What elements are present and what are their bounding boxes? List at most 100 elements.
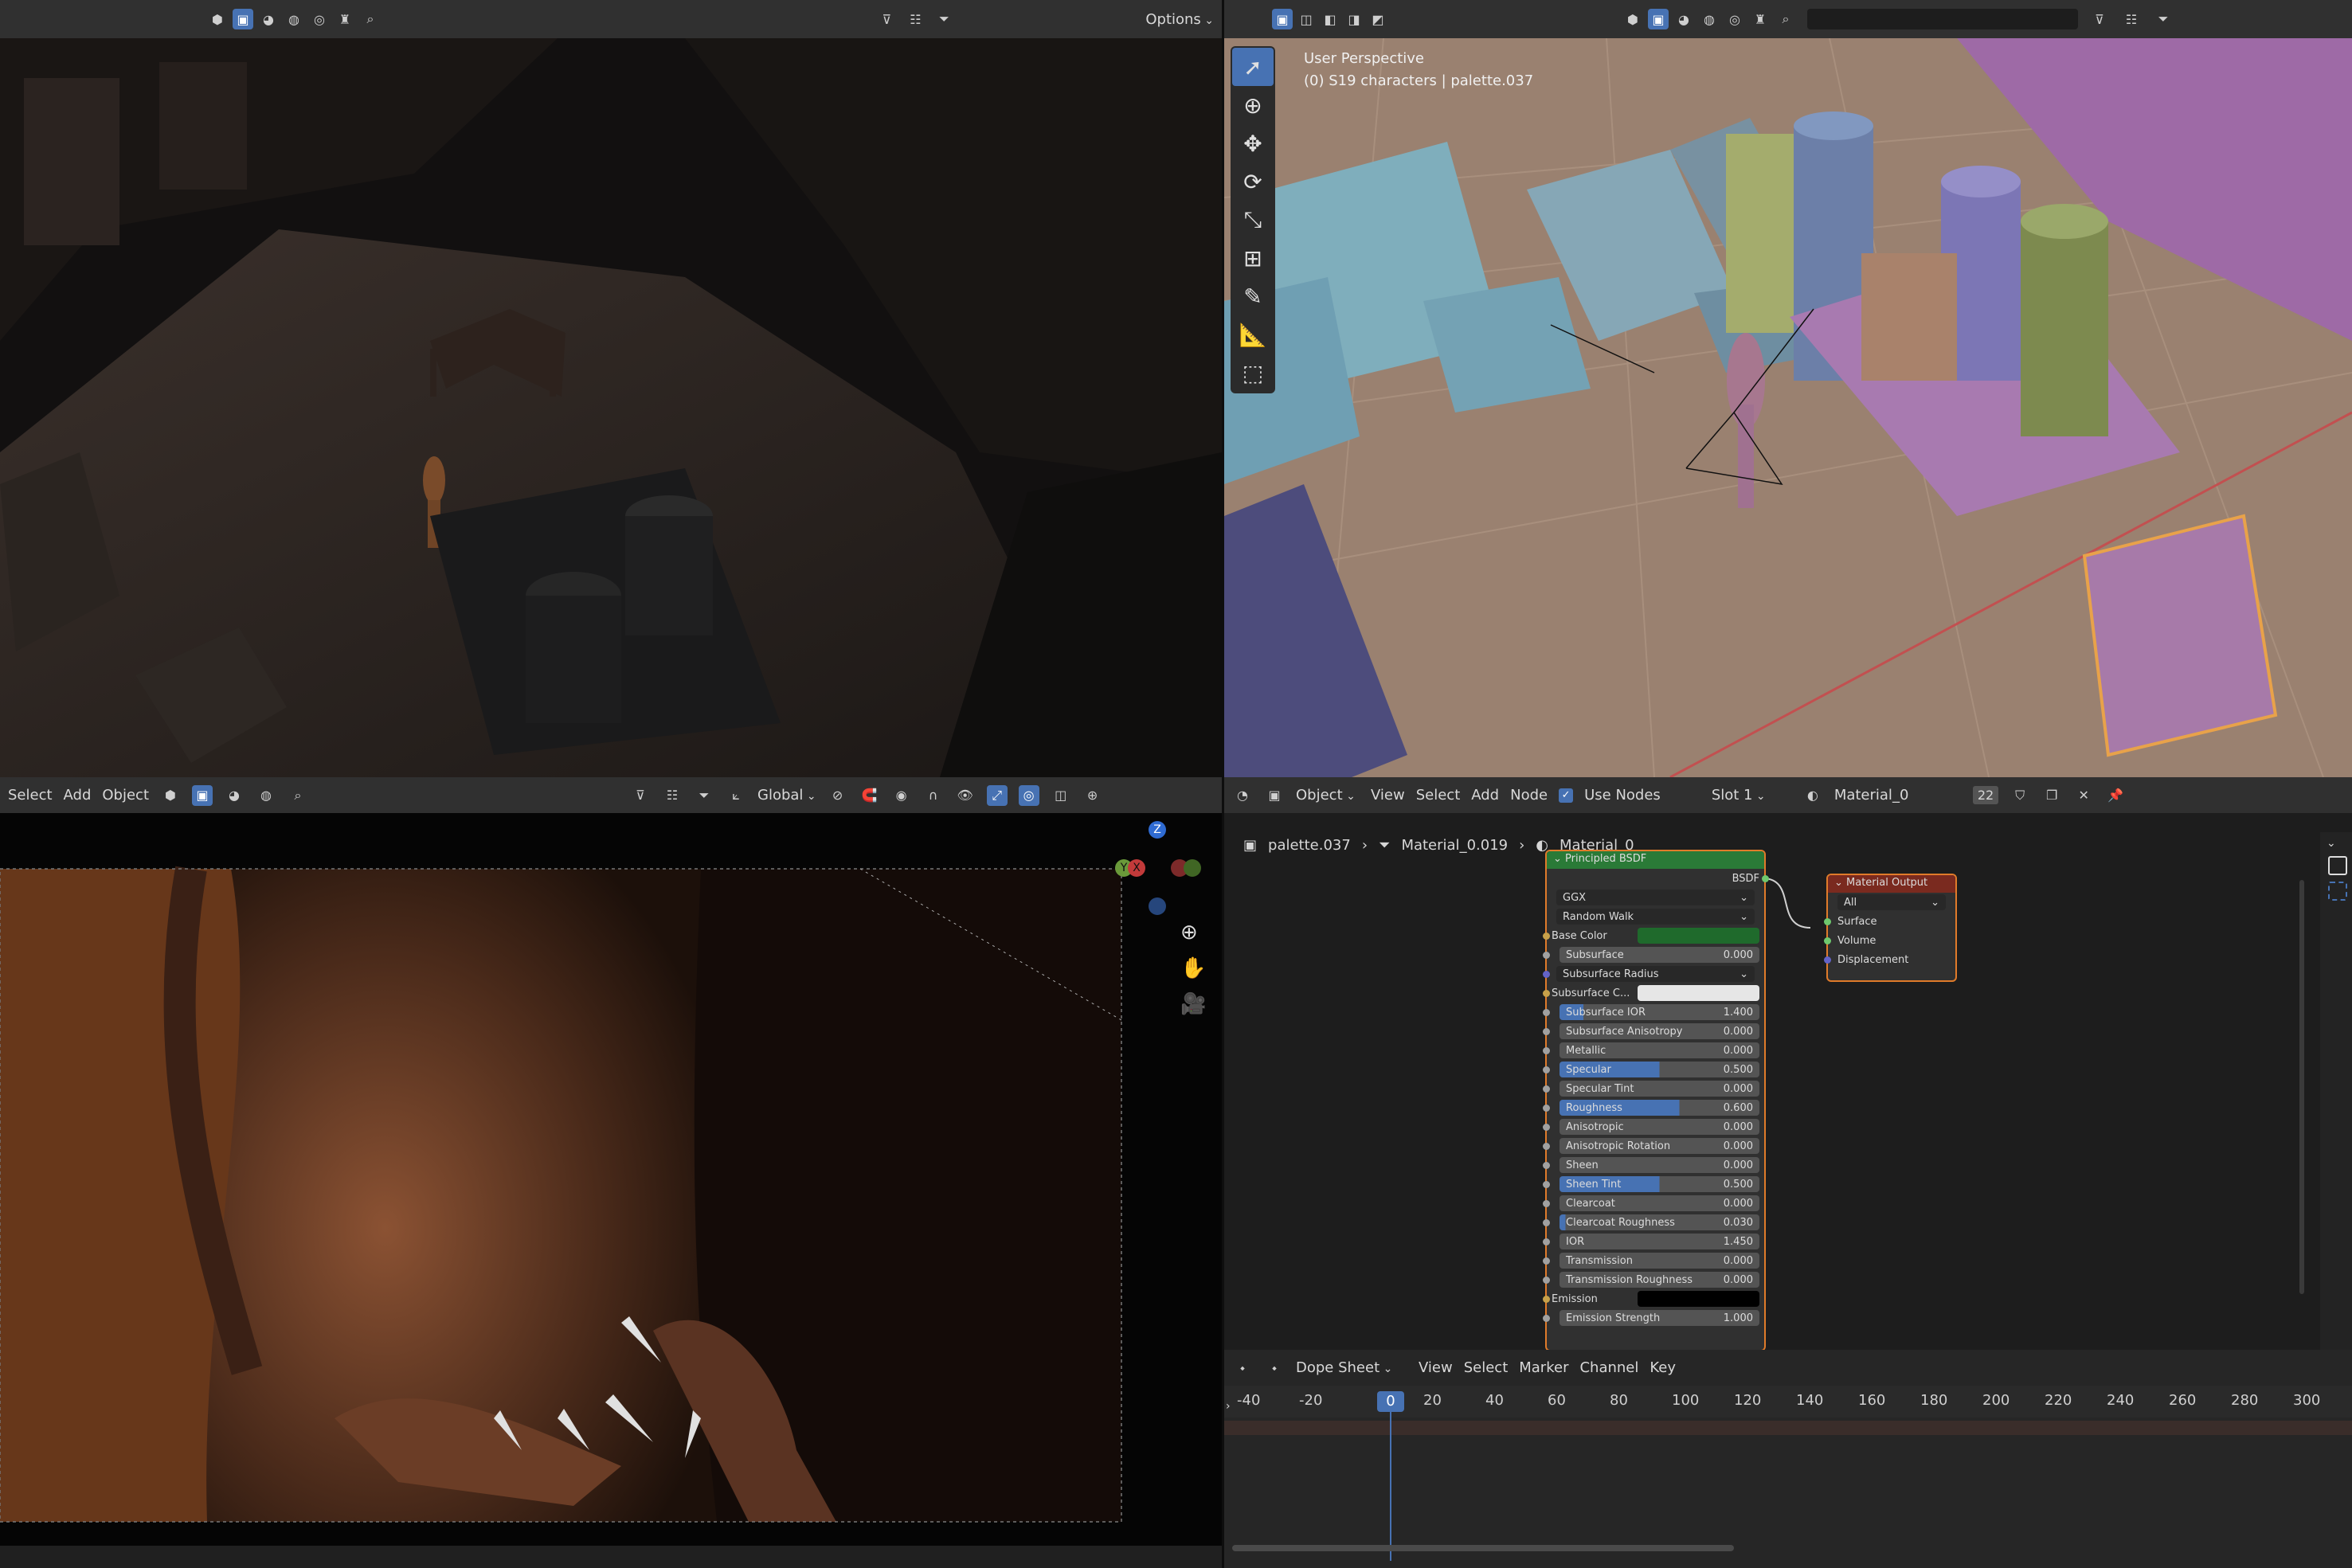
input-socket[interactable] bbox=[1543, 1028, 1550, 1035]
input-slider[interactable]: Subsurface Anisotropy 0.000 bbox=[1560, 1023, 1759, 1039]
scene-icon[interactable]: ♜ bbox=[1750, 9, 1771, 29]
editor-type-icon[interactable]: ◔ bbox=[1232, 785, 1253, 806]
input-socket[interactable] bbox=[1543, 933, 1550, 940]
select-invert-icon[interactable]: ◨ bbox=[1344, 9, 1364, 29]
filter-shape-icon[interactable]: ⊽ bbox=[2089, 9, 2110, 29]
outliner-filter-icon[interactable]: ☷ bbox=[905, 9, 926, 29]
rendered-viewport[interactable] bbox=[0, 38, 1222, 777]
snap-icon[interactable]: 🧲 bbox=[859, 785, 880, 806]
proportional-edit-icon[interactable]: ◉ bbox=[891, 785, 912, 806]
pan-hand-icon[interactable]: ✋ bbox=[1180, 956, 1206, 980]
select-tool-icon[interactable]: ➚ bbox=[1232, 48, 1274, 86]
neg-y-axis-icon[interactable] bbox=[1184, 859, 1201, 877]
rotate-tool-icon[interactable]: ⟳ bbox=[1232, 162, 1274, 201]
material-name-field[interactable]: Material_0 bbox=[1834, 787, 1962, 804]
overlay-toggle-icon[interactable]: ◎ bbox=[1018, 784, 1039, 806]
input-socket[interactable] bbox=[1543, 1315, 1550, 1322]
input-socket[interactable] bbox=[1543, 1124, 1550, 1131]
object-mode-icon[interactable]: ⬢ bbox=[160, 785, 181, 806]
material-sphere-icon[interactable]: ◐ bbox=[1802, 785, 1823, 806]
input-socket[interactable] bbox=[1543, 1066, 1550, 1073]
playhead-line[interactable] bbox=[1390, 1402, 1391, 1561]
select-box-icon[interactable]: ▣ bbox=[1648, 9, 1669, 29]
input-socket[interactable] bbox=[1543, 990, 1550, 997]
input-socket[interactable] bbox=[1543, 971, 1550, 978]
color-swatch[interactable] bbox=[1638, 1291, 1759, 1307]
orientation-icon[interactable]: ⟀ bbox=[726, 785, 746, 806]
measure-tool-icon[interactable]: 📐 bbox=[1232, 315, 1274, 354]
material-output-node[interactable]: ⌄ Material Output All ⌄ Surface Volume Di… bbox=[1824, 874, 1957, 982]
input-socket[interactable] bbox=[1543, 1162, 1550, 1169]
z-axis-icon[interactable]: Z bbox=[1149, 821, 1166, 839]
color-swatch[interactable] bbox=[1638, 985, 1759, 1001]
search-icon[interactable]: ⌕ bbox=[1775, 9, 1796, 29]
outliner-filter-icon[interactable]: ☷ bbox=[662, 785, 683, 806]
object-mode-icon[interactable]: ⬢ bbox=[1622, 9, 1643, 29]
search-icon[interactable]: ⌕ bbox=[288, 785, 308, 806]
gizmo-toggle-icon[interactable]: ⤢ bbox=[986, 784, 1008, 806]
menu-select[interactable]: Select bbox=[1416, 787, 1461, 804]
select-new-icon[interactable]: ▣ bbox=[1272, 9, 1293, 29]
input-slider[interactable]: Transmission Roughness 0.000 bbox=[1560, 1272, 1759, 1288]
input-slider[interactable]: Sheen Tint 0.500 bbox=[1560, 1176, 1759, 1192]
dope-sheet[interactable]: -40 -20 0 20 40 60 80 100 120 140 160 180 200 220 240 2… bbox=[1224, 1386, 2352, 1568]
node-editor-canvas[interactable]: ▣ palette.037 › ⏷ Material_0.019 › ◐ Mat… bbox=[1224, 832, 2352, 1350]
menu-view[interactable]: View bbox=[1419, 1359, 1453, 1376]
transform-tool-icon[interactable]: ⊞ bbox=[1232, 239, 1274, 277]
input-socket[interactable] bbox=[1543, 1200, 1550, 1207]
fake-user-icon[interactable]: ⛉ bbox=[2010, 785, 2030, 806]
target-dropdown[interactable]: All ⌄ bbox=[1837, 894, 1946, 910]
x-axis-icon[interactable]: X bbox=[1128, 859, 1145, 877]
node-header[interactable]: ⌄ Principled BSDF bbox=[1547, 851, 1764, 869]
subsurface-method-dropdown[interactable]: Random Walk ⌄ bbox=[1556, 909, 1755, 925]
use-nodes-checkbox[interactable]: ✓ bbox=[1559, 788, 1574, 803]
menu-node[interactable]: Node bbox=[1510, 787, 1548, 804]
cursor-tool-icon[interactable]: ⊕ bbox=[1232, 86, 1274, 124]
pin-icon[interactable]: 📌 bbox=[2105, 785, 2126, 806]
input-slider[interactable]: Subsurface IOR 1.400 bbox=[1560, 1004, 1759, 1020]
input-socket[interactable] bbox=[1543, 1219, 1550, 1226]
input-socket[interactable] bbox=[1543, 952, 1550, 959]
gizmo-icon[interactable]: ◎ bbox=[1724, 9, 1745, 29]
shader-type-dropdown[interactable]: Object bbox=[1296, 787, 1360, 804]
search-field[interactable] bbox=[1807, 9, 2078, 29]
overlay-icon[interactable]: ◍ bbox=[1699, 9, 1720, 29]
chevron-down-icon[interactable]: ⌄ bbox=[2327, 837, 2336, 850]
filter-shape-icon[interactable]: ⊽ bbox=[876, 9, 897, 29]
input-slider[interactable]: Anisotropic 0.000 bbox=[1560, 1119, 1759, 1135]
duplicate-material-icon[interactable]: ❐ bbox=[2041, 785, 2062, 806]
move-tool-icon[interactable]: ✥ bbox=[1232, 124, 1274, 162]
navigation-gizmo[interactable]: Z Y X bbox=[1115, 821, 1203, 915]
dope-sheet-mode-icon[interactable]: ⬩ bbox=[1264, 1358, 1285, 1378]
add-cube-tool-icon[interactable]: ⬚ bbox=[1232, 354, 1274, 392]
distribution-dropdown[interactable]: GGX ⌄ bbox=[1556, 890, 1755, 905]
scale-tool-icon[interactable]: ⤡ bbox=[1232, 201, 1274, 239]
annotate-tool-icon[interactable]: ✎ bbox=[1232, 277, 1274, 315]
falloff-icon[interactable]: ∩ bbox=[923, 785, 944, 806]
select-intersect-icon[interactable]: ◩ bbox=[1368, 9, 1388, 29]
funnel-icon[interactable]: ⏷ bbox=[933, 9, 954, 29]
funnel-icon[interactable]: ⏷ bbox=[2153, 9, 2174, 29]
sidebar-tab-icon[interactable] bbox=[2328, 882, 2347, 901]
input-slider[interactable]: Specular Tint 0.000 bbox=[1560, 1081, 1759, 1097]
menu-select[interactable]: Select bbox=[8, 787, 53, 804]
input-socket[interactable] bbox=[1543, 1143, 1550, 1150]
input-socket[interactable] bbox=[1543, 1277, 1550, 1284]
menu-view[interactable]: View bbox=[1371, 787, 1405, 804]
options-dropdown[interactable]: Options bbox=[1145, 11, 1214, 28]
filter-shape-icon[interactable]: ⊽ bbox=[630, 785, 651, 806]
select-box-icon[interactable]: ▣ bbox=[233, 9, 253, 29]
neg-z-axis-icon[interactable] bbox=[1149, 897, 1166, 915]
input-slider[interactable]: Roughness 0.600 bbox=[1560, 1100, 1759, 1116]
input-slider[interactable]: IOR 1.450 bbox=[1560, 1234, 1759, 1249]
zoom-icon[interactable]: ⊕ bbox=[1180, 921, 1198, 944]
unlink-icon[interactable]: ✕ bbox=[2073, 785, 2094, 806]
menu-add[interactable]: Add bbox=[64, 787, 92, 804]
outliner-filter-icon[interactable]: ☷ bbox=[2121, 9, 2142, 29]
volume-socket[interactable] bbox=[1824, 937, 1831, 944]
viewport-shading-icon[interactable]: ◕ bbox=[224, 785, 245, 806]
color-swatch[interactable] bbox=[1638, 928, 1759, 944]
principled-bsdf-node[interactable]: ⌄ Principled BSDF BSDF GGX ⌄ Random Walk ⌄… bbox=[1543, 850, 1769, 1350]
transform-orientation-dropdown[interactable]: Global bbox=[757, 787, 816, 804]
visibility-icon[interactable]: 👁 bbox=[955, 785, 976, 806]
